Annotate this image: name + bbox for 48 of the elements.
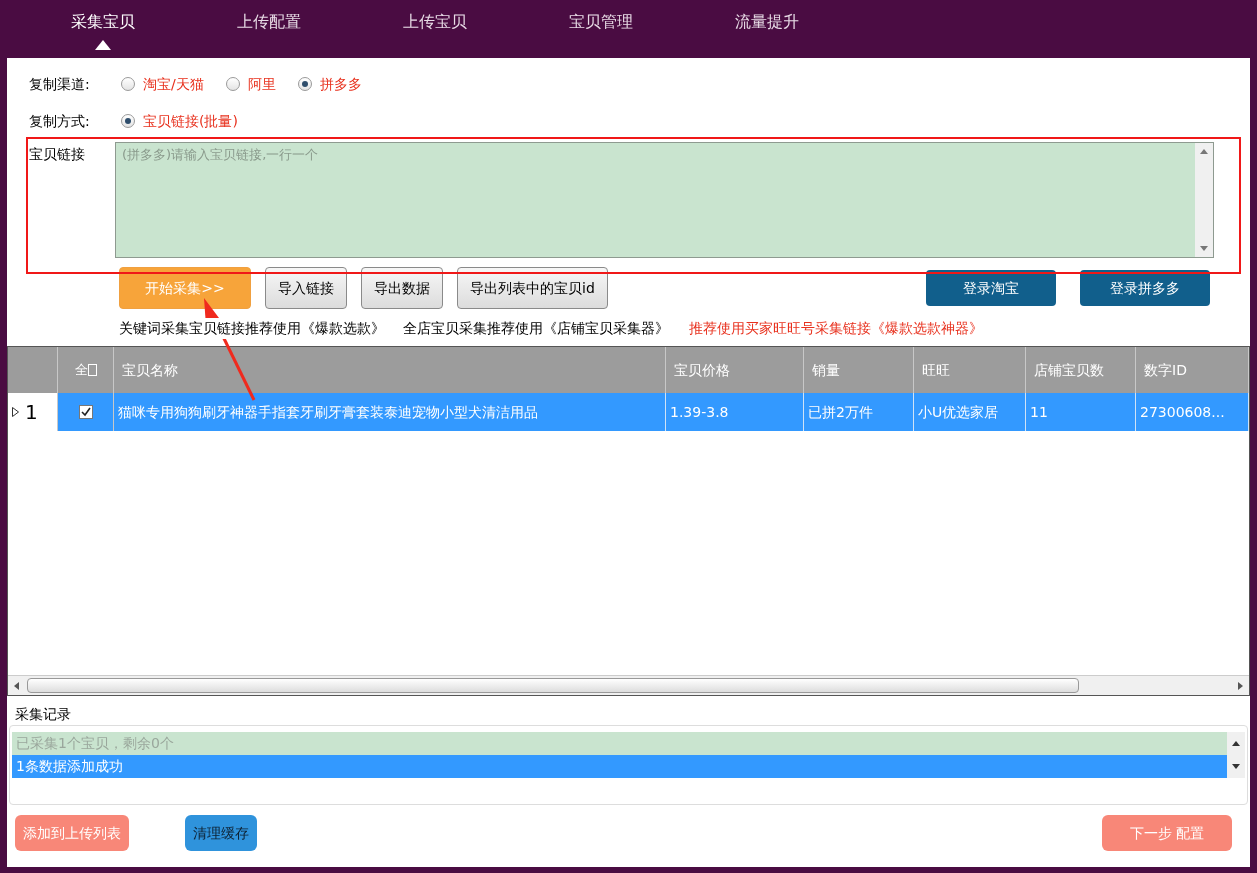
scroll-left-icon[interactable] [14, 681, 19, 690]
login-button[interactable]: 登录拼多多 [1080, 270, 1210, 306]
table-cell-text: 27300608... [1140, 402, 1225, 422]
row-pointer-icon [12, 407, 19, 417]
table-cell-text: 11 [1030, 402, 1048, 422]
nav-tab[interactable]: 上传配置 [186, 0, 352, 52]
footer-button[interactable]: 清理缓存 [185, 815, 257, 851]
check-icon [80, 407, 91, 417]
nav-tab[interactable]: 上传宝贝 [352, 0, 518, 52]
column-header[interactable]: 宝贝名称 [122, 359, 178, 381]
horizontal-scrollbar[interactable] [8, 675, 1249, 695]
field-label: 复制方式: [29, 111, 91, 131]
table-cell-text: 猫咪专用狗狗刷牙神器手指套牙刷牙膏套装泰迪宠物小型犬清洁用品 [118, 402, 538, 422]
radio-button[interactable] [297, 77, 312, 91]
column-header[interactable]: 宝贝价格 [674, 359, 730, 381]
nav-tab[interactable]: 宝贝管理 [518, 0, 684, 52]
scroll-up-icon[interactable] [1232, 741, 1240, 746]
column-header[interactable]: 店铺宝贝数 [1034, 359, 1104, 381]
nav-tab[interactable]: 流量提升 [684, 0, 850, 52]
action-button[interactable]: 导出列表中的宝贝id [457, 267, 608, 309]
radio-button[interactable] [225, 77, 240, 91]
radio-label: 拼多多 [319, 74, 362, 94]
select-all-label[interactable]: 全 [74, 360, 88, 380]
row-checkbox[interactable] [78, 405, 93, 419]
column-header[interactable]: 旺旺 [922, 359, 950, 381]
scroll-down-icon[interactable] [1232, 764, 1240, 769]
action-button[interactable]: 导出数据 [361, 267, 443, 309]
table-row[interactable]: 1 猫咪专用狗狗刷牙神器手指套牙刷牙膏套装泰迪宠物小型犬清洁用品 1.39-3.8 已拼2万件 小U优选家居 11 27300608... [8, 393, 1249, 431]
column-header[interactable]: 销量 [812, 359, 840, 381]
field-label: 宝贝链接 [29, 145, 86, 164]
login-button[interactable]: 登录淘宝 [926, 270, 1056, 306]
table-cell-text: 已拼2万件 [808, 402, 873, 422]
scrollbar[interactable] [1227, 732, 1245, 778]
radio-button[interactable] [121, 114, 135, 128]
radio-label: 宝贝链接(批量) [143, 111, 238, 131]
action-button[interactable]: 导入链接 [265, 267, 347, 309]
checkbox-icon [87, 364, 97, 376]
row-number: 1 [25, 399, 38, 426]
table-cell-text: 小U优选家居 [918, 402, 999, 422]
radio-label: 阿里 [247, 74, 276, 94]
radio-label: 淘宝/天猫 [143, 74, 204, 94]
radio-button[interactable] [121, 77, 135, 91]
scroll-right-icon[interactable] [1238, 681, 1243, 690]
table-cell-text: 1.39-3.8 [670, 402, 729, 422]
field-label: 复制渠道: [29, 74, 91, 94]
scroll-thumb[interactable] [27, 678, 1079, 693]
column-header[interactable]: 数字ID [1144, 359, 1187, 381]
log-title: 采集记录 [14, 706, 71, 722]
